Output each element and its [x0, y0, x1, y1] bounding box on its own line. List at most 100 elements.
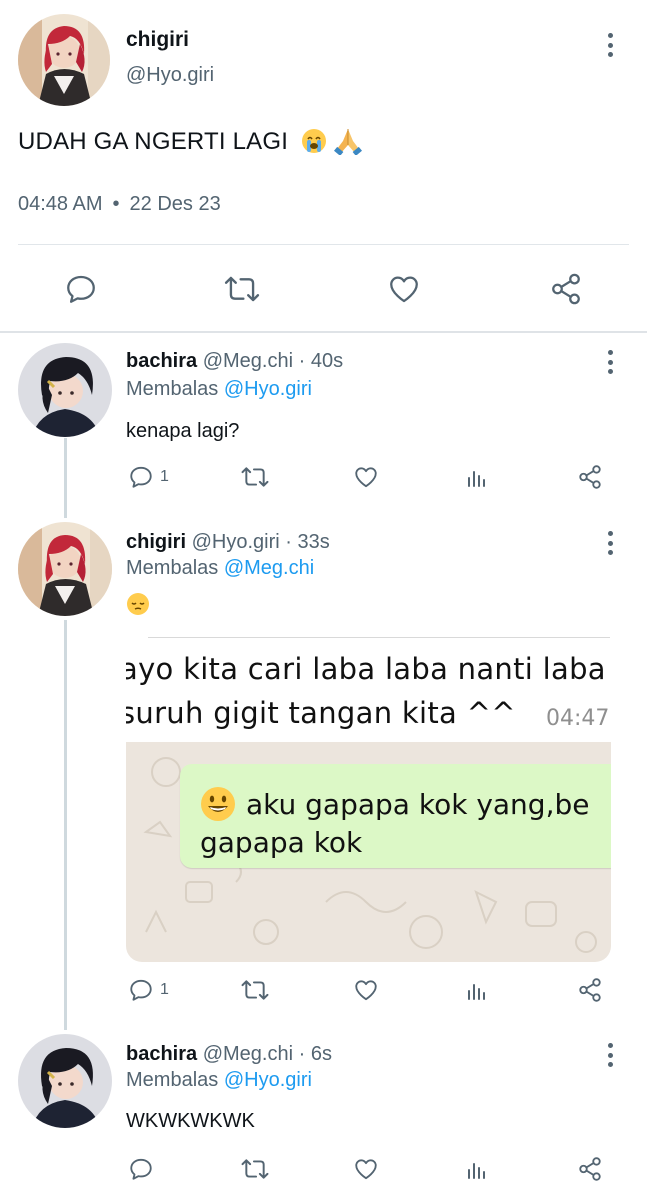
reply-button[interactable]: 1 [128, 464, 169, 490]
retweet-icon [241, 980, 269, 1000]
like-button[interactable] [352, 1156, 380, 1182]
reply-icon [130, 1158, 152, 1180]
like-button[interactable] [386, 272, 422, 306]
reply-age: · 40s [298, 350, 344, 372]
reply-age: · 6s [298, 1043, 332, 1065]
thread-line [64, 620, 67, 1030]
heart-icon [355, 980, 377, 1001]
divider [18, 244, 629, 245]
divider [148, 637, 610, 638]
share-icon [579, 978, 601, 1002]
tweet-date: 22 Des 23 [129, 193, 221, 215]
retweet-button[interactable] [224, 272, 260, 306]
reply-count: 1 [160, 468, 169, 485]
more-options-icon[interactable] [600, 347, 620, 377]
avatar[interactable] [18, 522, 112, 616]
loudly-crying-face-icon [301, 128, 326, 153]
mention-link[interactable]: @Hyo.giri [224, 378, 312, 400]
mention-link[interactable]: @Hyo.giri [224, 1069, 312, 1091]
avatar[interactable] [18, 1034, 112, 1128]
share-button[interactable] [548, 272, 584, 306]
author-handle[interactable]: @Hyo.giri [126, 64, 214, 87]
share-icon [552, 273, 580, 305]
reply-text [126, 592, 150, 616]
chat-screenshot-top: ayo kita cari laba laba nanti laba suruh… [126, 630, 611, 742]
analytics-icon [468, 471, 485, 487]
reply-button[interactable]: 1 [128, 977, 169, 1003]
reply-text: WKWKWKWK [126, 1110, 255, 1132]
thread-line [64, 438, 67, 518]
share-button[interactable] [576, 1156, 604, 1182]
retweet-button[interactable] [240, 464, 270, 490]
chat-message-line: suruh gigit tangan kita ^^ [126, 696, 516, 730]
like-button[interactable] [352, 464, 380, 490]
author-handle[interactable]: @Meg.chi [203, 350, 293, 372]
share-button[interactable] [576, 464, 604, 490]
replying-label: Membalas [126, 378, 219, 400]
tweet-text-content: UDAH GA NGERTI LAGI [18, 128, 289, 155]
replying-label: Membalas [126, 1069, 219, 1091]
meta-separator: • [112, 193, 120, 215]
replying-to: Membalas @Hyo.giri [126, 1069, 312, 1092]
pensive-face-icon [127, 593, 149, 615]
attached-image[interactable]: ayo kita cari laba laba nanti laba suruh… [126, 630, 611, 962]
retweet-icon [241, 467, 269, 487]
mention-link[interactable]: @Meg.chi [224, 557, 314, 579]
analytics-button[interactable] [464, 979, 490, 1003]
reply-header: bachira @Meg.chi · 40s [126, 350, 343, 373]
retweet-button[interactable] [240, 1156, 270, 1182]
reply-button[interactable] [128, 1156, 160, 1182]
tweet-time: 04:48 AM [18, 193, 103, 215]
more-options-icon[interactable] [600, 1040, 620, 1070]
section-divider [0, 331, 647, 333]
chat-bubble: aku gapapa kok yang,be gapapa kok [180, 764, 611, 868]
main-tweet: chigiri @Hyo.giri UDAH GA NGERTI LAGI 04… [0, 0, 647, 332]
analytics-button[interactable] [464, 466, 490, 490]
author-name[interactable]: bachira [126, 350, 197, 372]
more-options-icon[interactable] [600, 528, 620, 558]
replying-label: Membalas [126, 557, 219, 579]
heart-icon [355, 467, 377, 488]
reply-icon [130, 466, 152, 488]
share-icon [579, 1157, 601, 1181]
author-handle[interactable]: @Meg.chi [203, 1043, 293, 1065]
share-button[interactable] [576, 977, 604, 1003]
chat-message-line: ayo kita cari laba laba nanti laba [126, 652, 606, 686]
analytics-icon [468, 1163, 485, 1179]
tweet-text: UDAH GA NGERTI LAGI [18, 128, 362, 156]
grinning-face-icon [201, 787, 235, 821]
author-name[interactable]: chigiri [126, 531, 186, 553]
replying-to: Membalas @Hyo.giri [126, 378, 312, 401]
avatar[interactable] [18, 14, 110, 106]
retweet-button[interactable] [240, 977, 270, 1003]
reply-header: chigiri @Hyo.giri · 33s [126, 531, 330, 554]
chat-message-time: 04:47 [546, 706, 610, 731]
tweet-timestamp[interactable]: 04:48 AM • 22 Des 23 [18, 193, 221, 216]
replying-to: Membalas @Meg.chi [126, 557, 314, 580]
author-handle[interactable]: @Hyo.giri [192, 531, 280, 553]
reply-age: · 33s [285, 531, 330, 553]
chat-bubble-line: gapapa kok [200, 826, 363, 859]
reply-text: kenapa lagi? [126, 420, 240, 442]
chat-bubble-line: aku gapapa kok yang,be [200, 786, 589, 822]
folded-hands-icon [333, 128, 362, 155]
share-icon [579, 465, 601, 489]
reply-button[interactable] [64, 272, 98, 306]
analytics-button[interactable] [464, 1158, 490, 1182]
author-name[interactable]: bachira [126, 1043, 197, 1065]
heart-icon [390, 276, 418, 303]
chat-wallpaper: aku gapapa kok yang,be gapapa kok [126, 742, 611, 962]
retweet-icon [241, 1159, 269, 1179]
like-button[interactable] [352, 977, 380, 1003]
reply-header: bachira @Meg.chi · 6s [126, 1043, 332, 1066]
heart-icon [355, 1159, 377, 1180]
more-options-icon[interactable] [600, 30, 620, 60]
author-name[interactable]: chigiri [126, 28, 189, 52]
reply-count: 1 [160, 981, 169, 998]
reply-icon [67, 275, 95, 303]
chat-bubble-text: aku gapapa kok yang,be [246, 787, 590, 821]
avatar[interactable] [18, 343, 112, 437]
reply-icon [130, 979, 152, 1001]
retweet-icon [224, 276, 260, 302]
analytics-icon [468, 984, 485, 1000]
